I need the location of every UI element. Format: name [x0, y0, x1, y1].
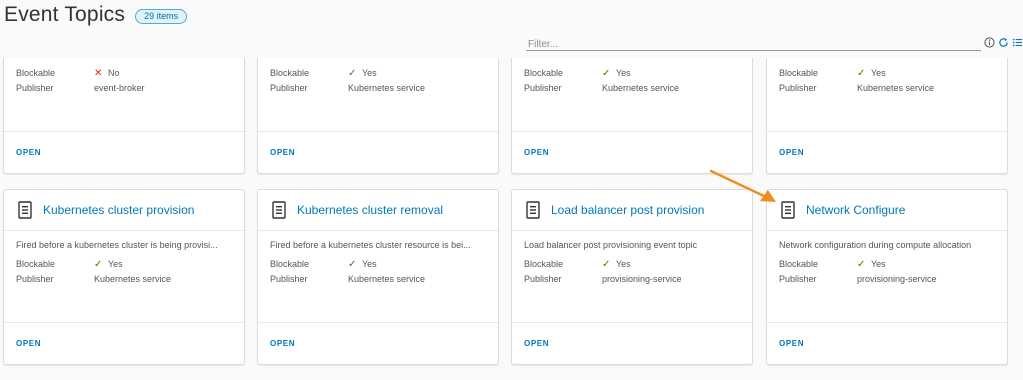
info-icon[interactable] [984, 37, 995, 48]
card-properties: Blockable ✓ Yes Publisher provisioning-serv… [524, 257, 682, 287]
annotation-arrow-icon [709, 169, 776, 202]
publisher-value: Kubernetes service [857, 83, 935, 93]
check-icon: ✓ [94, 259, 103, 270]
blockable-value: Yes [362, 259, 377, 269]
card-header: Network Configure [767, 190, 1007, 231]
publisher-value: provisioning-service [602, 274, 682, 284]
event-topic-card: Blockable ✕ No Publisher event-broker OPEN [3, 58, 245, 174]
open-button[interactable]: OPEN [270, 339, 295, 348]
filter-container [526, 34, 981, 53]
blockable-label: Blockable [779, 259, 819, 269]
blockable-value: Yes [108, 259, 123, 269]
card-footer: OPEN [767, 131, 1007, 173]
page-header: Event Topics 29 items [4, 3, 188, 27]
refresh-icon[interactable] [998, 37, 1009, 48]
document-icon [526, 201, 540, 219]
blockable-value: Yes [871, 68, 886, 78]
event-topic-card: Kubernetes cluster removal Fired before … [257, 189, 499, 365]
card-footer: OPEN [767, 322, 1007, 364]
card-footer: OPEN [512, 131, 752, 173]
item-count-badge: 29 items [135, 9, 188, 24]
event-topic-card: Kubernetes cluster provision Fired befor… [3, 189, 245, 365]
check-icon: ✓ [602, 259, 611, 270]
publisher-value: Kubernetes service [602, 83, 680, 93]
card-footer: OPEN [512, 322, 752, 364]
check-icon: ✓ [348, 68, 357, 79]
card-title-link[interactable]: Kubernetes cluster provision [43, 203, 194, 217]
event-topic-card: Blockable ✓ Yes Publisher Kubernetes servic… [257, 58, 499, 174]
card-header: Kubernetes cluster provision [4, 190, 244, 231]
card-properties: Blockable ✓ Yes Publisher Kubernetes servic… [779, 66, 934, 96]
open-button[interactable]: OPEN [779, 148, 804, 157]
card-footer: OPEN [258, 131, 498, 173]
publisher-label: Publisher [779, 274, 817, 284]
open-button[interactable]: OPEN [524, 148, 549, 157]
blockable-value: Yes [871, 259, 886, 269]
publisher-label: Publisher [779, 83, 817, 93]
card-header: Kubernetes cluster removal [258, 190, 498, 231]
blockable-label: Blockable [779, 68, 819, 78]
publisher-value: event-broker [94, 83, 145, 93]
cross-icon: ✕ [94, 68, 103, 79]
check-icon: ✓ [857, 259, 866, 270]
document-icon [272, 201, 286, 219]
card-properties: Blockable ✓ Yes Publisher provisioning-serv… [779, 257, 937, 287]
open-button[interactable]: OPEN [524, 339, 549, 348]
event-topic-card: Blockable ✓ Yes Publisher Kubernetes servic… [766, 58, 1008, 174]
card-properties: Blockable ✓ Yes Publisher Kubernetes servic… [270, 257, 425, 287]
open-button[interactable]: OPEN [16, 339, 41, 348]
publisher-value: Kubernetes service [348, 83, 426, 93]
card-properties: Blockable ✕ No Publisher event-broker [16, 66, 145, 96]
card-title-link[interactable]: Kubernetes cluster removal [297, 203, 443, 217]
check-icon: ✓ [602, 68, 611, 79]
publisher-label: Publisher [270, 274, 308, 284]
publisher-label: Publisher [16, 274, 54, 284]
document-icon [18, 201, 32, 219]
document-icon [781, 201, 795, 219]
card-description: Load balancer post provisioning event to… [524, 240, 698, 250]
card-properties: Blockable ✓ Yes Publisher Kubernetes servic… [524, 66, 679, 96]
check-icon: ✓ [857, 68, 866, 79]
card-footer: OPEN [4, 131, 244, 173]
publisher-value: Kubernetes service [94, 274, 172, 284]
blockable-label: Blockable [16, 259, 56, 269]
event-topic-card: Blockable ✓ Yes Publisher Kubernetes servic… [511, 58, 753, 174]
publisher-label: Publisher [16, 83, 54, 93]
blockable-label: Blockable [16, 68, 56, 78]
open-button[interactable]: OPEN [16, 148, 41, 157]
publisher-label: Publisher [270, 83, 308, 93]
card-footer: OPEN [4, 322, 244, 364]
blockable-value: Yes [616, 68, 631, 78]
check-icon: ✓ [348, 259, 357, 270]
toolbar-icons [984, 37, 1023, 48]
card-title-link[interactable]: Load balancer post provision [551, 203, 704, 217]
card-footer: OPEN [258, 322, 498, 364]
publisher-value: provisioning-service [857, 274, 937, 284]
card-properties: Blockable ✓ Yes Publisher Kubernetes servic… [270, 66, 425, 96]
card-description: Fired before a kubernetes cluster resour… [270, 240, 471, 250]
publisher-label: Publisher [524, 83, 562, 93]
card-description: Network configuration during compute all… [779, 240, 972, 250]
blockable-value: No [108, 68, 120, 78]
page-title: Event Topics [4, 3, 126, 26]
publisher-label: Publisher [524, 274, 562, 284]
blockable-label: Blockable [524, 68, 564, 78]
event-topic-grid: Blockable ✕ No Publisher event-broker OPEN … [0, 58, 1023, 380]
card-title-link[interactable]: Network Configure [806, 203, 905, 217]
card-properties: Blockable ✓ Yes Publisher Kubernetes servic… [16, 257, 171, 287]
blockable-label: Blockable [524, 259, 564, 269]
blockable-label: Blockable [270, 68, 310, 78]
event-topic-card: Load balancer post provision Load balanc… [511, 189, 753, 365]
card-description: Fired before a kubernetes cluster is bei… [16, 240, 218, 250]
list-view-icon[interactable] [1012, 37, 1023, 48]
blockable-value: Yes [616, 259, 631, 269]
open-button[interactable]: OPEN [779, 339, 804, 348]
publisher-value: Kubernetes service [348, 274, 426, 284]
event-topic-card: Network Configure Network configuration … [766, 189, 1008, 365]
blockable-value: Yes [362, 68, 377, 78]
filter-input[interactable] [526, 36, 981, 53]
open-button[interactable]: OPEN [270, 148, 295, 157]
blockable-label: Blockable [270, 259, 310, 269]
